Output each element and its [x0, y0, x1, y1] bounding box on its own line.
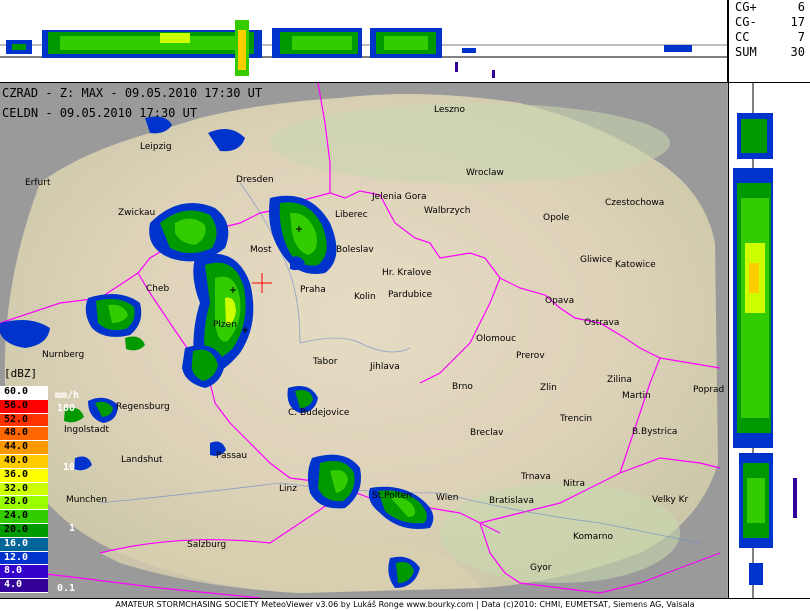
- lowland-pannonia: [440, 483, 680, 583]
- legend-level: 52.0: [0, 413, 48, 428]
- legend-levels: 60.0 56.0 52.0 48.0 44.0 40.0 36.0 32.0 28.0 24.0…: [0, 386, 48, 593]
- city-label: Martin: [622, 391, 651, 401]
- city-label: Kolin: [354, 292, 376, 302]
- legend-level: 56.0: [0, 399, 48, 414]
- rain-mark-1: 1: [69, 523, 76, 534]
- city-label: Gyor: [530, 563, 552, 573]
- city-label: Zlin: [540, 383, 557, 393]
- city-label: Praha: [300, 285, 326, 295]
- legend-level: 36.0: [0, 468, 48, 483]
- side-echo-group-1: [737, 113, 773, 159]
- city-label: Dresden: [236, 175, 274, 185]
- city-label: Zilina: [607, 375, 632, 385]
- legend-level: 20.0: [0, 523, 48, 538]
- top-cross-section-graph: [0, 20, 727, 78]
- lightning-stats-panel: CG+ 6 CG- 17 CC 7 SUM 30: [728, 0, 810, 83]
- legend-level: 60.0: [0, 386, 48, 400]
- legend-level: 16.0: [0, 537, 48, 552]
- city-label: Jihlava: [370, 362, 400, 372]
- city-label: Velky Kr: [652, 495, 689, 505]
- top-cross-section-panel: [0, 0, 728, 83]
- city-label: Nurnberg: [42, 350, 85, 360]
- rain-mark-01: 0.1: [57, 583, 76, 594]
- city-label: Czestochowa: [605, 198, 665, 208]
- city-label: Cheb: [146, 284, 170, 294]
- city-label: Wien: [436, 493, 459, 503]
- city-label: Leipzig: [140, 142, 172, 152]
- city-label: Ostrava: [584, 318, 620, 328]
- meteoviewer-screen: CG+ 6 CG- 17 CC 7 SUM 30 Leszno Leipzig …: [0, 0, 810, 611]
- top-echo-group-1: [6, 40, 32, 54]
- side-cross-section-graph: [733, 83, 797, 598]
- rain-unit: mm/h: [55, 390, 80, 401]
- footer-credits: AMATEUR STORMCHASING SOCIETY MeteoViewer…: [0, 598, 810, 611]
- city-label: Zwickau: [118, 208, 156, 218]
- city-label: Passau: [216, 451, 248, 461]
- city-label: Landshut: [121, 455, 163, 465]
- lightning-header-line: CELDN - 09.05.2010 17:30 UT: [2, 106, 198, 120]
- city-label: Breclav: [470, 428, 504, 438]
- legend-level: 12.0: [0, 551, 48, 566]
- city-label: Trnava: [521, 472, 551, 482]
- city-label: Opava: [545, 296, 575, 306]
- legend-level: 4.0: [0, 579, 48, 593]
- stat-sum: SUM 30: [735, 45, 805, 59]
- stat-cg-plus: CG+ 6: [735, 0, 805, 14]
- city-label: Jelenia Gora: [372, 192, 427, 202]
- city-label: Liberec: [335, 210, 368, 220]
- top-echo-group-3: [272, 28, 362, 58]
- echo-cell-linz: [307, 454, 361, 509]
- city-label: Olomouc: [476, 334, 517, 344]
- legend-level: 40.0: [0, 454, 48, 469]
- city-label: Leszno: [434, 105, 466, 115]
- city-label: Poprad: [693, 385, 725, 395]
- radar-header-line: CZRAD - Z: MAX - 09.05.2010 17:30 UT: [2, 86, 263, 100]
- city-label: Regensburg: [116, 402, 170, 412]
- top-echo-group-2: [42, 20, 262, 76]
- city-label: C. Budejovice: [288, 408, 350, 418]
- city-label: Nitra: [563, 479, 585, 489]
- legend-level: 8.0: [0, 565, 48, 580]
- city-label: B.Bystrica: [632, 427, 678, 437]
- city-label: Plzen: [213, 320, 237, 330]
- city-label: Salzburg: [187, 540, 227, 550]
- city-label: St.Polten: [372, 491, 412, 501]
- legend-level: 24.0: [0, 510, 48, 524]
- radar-map[interactable]: Leszno Leipzig Wroclaw Erfurt Dresden Jelenia…: [0, 83, 727, 598]
- legend-level: 44.0: [0, 441, 48, 455]
- legend-level: 28.0: [0, 496, 48, 511]
- side-echo-group-3: [739, 453, 773, 548]
- city-label: Boleslav: [336, 245, 374, 255]
- city-label: Linz: [279, 484, 297, 494]
- rain-mark-10: 10: [63, 462, 76, 473]
- city-label: Ingolstadt: [64, 425, 110, 435]
- rain-mark-100: 100: [57, 403, 76, 414]
- city-label: Wroclaw: [466, 168, 504, 178]
- stat-cc: CC 7: [735, 30, 805, 44]
- side-cross-section-panel: [728, 83, 810, 598]
- city-label: Walbrzych: [424, 206, 471, 216]
- city-label: Brno: [452, 382, 473, 392]
- top-echo-group-4: [370, 28, 442, 58]
- legend-level: 32.0: [0, 482, 48, 497]
- legend-level: 48.0: [0, 427, 48, 442]
- city-label: Munchen: [66, 495, 108, 505]
- city-label: Pardubice: [388, 290, 433, 300]
- city-label: Katowice: [615, 260, 656, 270]
- city-label: Prerov: [516, 351, 545, 361]
- city-label: Tabor: [313, 357, 338, 367]
- map-header: CZRAD - Z: MAX - 09.05.2010 17:30 UT CEL…: [2, 83, 262, 123]
- city-label: Opole: [543, 213, 570, 223]
- city-label: Trencin: [560, 414, 593, 424]
- side-echo-group-2: [733, 168, 773, 448]
- dbz-legend: 60.0 56.0 52.0 48.0 44.0 40.0 36.0 32.0 28.0 24.0…: [0, 366, 48, 593]
- city-label: Bratislava: [489, 496, 534, 506]
- city-label: Most: [250, 245, 272, 255]
- city-label: Gliwice: [580, 255, 613, 265]
- city-label: Erfurt: [25, 178, 51, 188]
- city-label: Komarno: [573, 532, 613, 542]
- stat-cg-minus: CG- 17: [735, 15, 805, 29]
- radar-map-svg: [0, 83, 721, 598]
- city-label: Hr. Kralove: [382, 268, 432, 278]
